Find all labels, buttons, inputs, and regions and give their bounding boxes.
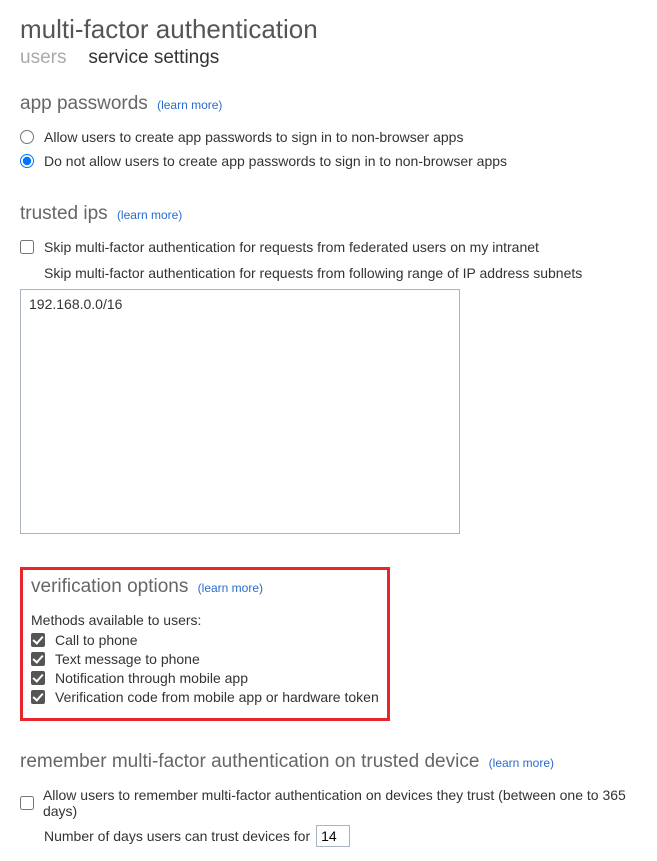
trusted-ips-learn-more-link[interactable]: (learn more) bbox=[117, 208, 182, 222]
remember-section: remember multi-factor authentication on … bbox=[20, 751, 637, 847]
remember-days-label: Number of days users can trust devices f… bbox=[44, 828, 310, 844]
checkbox-control bbox=[31, 690, 55, 704]
remember-allow-checkbox[interactable] bbox=[20, 796, 34, 810]
method-text-message-label: Text message to phone bbox=[55, 651, 200, 667]
method-call-to-phone-row: Call to phone bbox=[31, 632, 379, 648]
tab-service-settings[interactable]: service settings bbox=[88, 47, 219, 69]
app-passwords-deny-radio[interactable] bbox=[20, 154, 34, 168]
method-notification-app-checkbox[interactable] bbox=[31, 671, 45, 685]
tab-users[interactable]: users bbox=[20, 47, 66, 69]
trusted-ips-skip-federated-row: Skip multi-factor authentication for req… bbox=[20, 239, 637, 255]
method-verification-code-label: Verification code from mobile app or har… bbox=[55, 689, 379, 705]
method-call-to-phone-checkbox[interactable] bbox=[31, 633, 45, 647]
section-trusted-ips-title: trusted ips (learn more) bbox=[20, 203, 637, 225]
remember-days-row: Number of days users can trust devices f… bbox=[44, 825, 637, 847]
remember-learn-more-link[interactable]: (learn more) bbox=[489, 756, 554, 770]
trusted-ips-subnet-label: Skip multi-factor authentication for req… bbox=[44, 265, 637, 281]
radio-control bbox=[20, 130, 44, 144]
trusted-ips-title-text: trusted ips bbox=[20, 203, 108, 224]
app-passwords-learn-more-link[interactable]: (learn more) bbox=[157, 98, 222, 112]
app-passwords-option-allow: Allow users to create app passwords to s… bbox=[20, 129, 637, 145]
tabs: users service settings bbox=[20, 47, 637, 69]
checkbox-control bbox=[31, 633, 55, 647]
page-title: multi-factor authentication bbox=[20, 14, 637, 45]
checkbox-control bbox=[31, 652, 55, 666]
app-passwords-allow-label: Allow users to create app passwords to s… bbox=[44, 129, 463, 145]
method-text-message-checkbox[interactable] bbox=[31, 652, 45, 666]
app-passwords-title-text: app passwords bbox=[20, 93, 148, 114]
section-verification-options-title: verification options (learn more) bbox=[31, 576, 379, 598]
method-call-to-phone-label: Call to phone bbox=[55, 632, 138, 648]
section-app-passwords-title: app passwords (learn more) bbox=[20, 93, 637, 115]
method-notification-app-row: Notification through mobile app bbox=[31, 670, 379, 686]
method-verification-code-row: Verification code from mobile app or har… bbox=[31, 689, 379, 705]
method-verification-code-checkbox[interactable] bbox=[31, 690, 45, 704]
verification-options-learn-more-link[interactable]: (learn more) bbox=[198, 581, 263, 595]
verification-methods-sublabel: Methods available to users: bbox=[31, 612, 379, 628]
remember-title-text: remember multi-factor authentication on … bbox=[20, 751, 479, 772]
method-notification-app-label: Notification through mobile app bbox=[55, 670, 248, 686]
method-text-message-row: Text message to phone bbox=[31, 651, 379, 667]
remember-allow-label: Allow users to remember multi-factor aut… bbox=[43, 787, 637, 819]
verification-options-highlight: verification options (learn more) Method… bbox=[20, 567, 390, 721]
remember-days-input[interactable] bbox=[316, 825, 350, 847]
trusted-ips-subnet-textarea[interactable] bbox=[20, 289, 460, 534]
checkbox-control bbox=[20, 240, 44, 254]
verification-options-title-text: verification options bbox=[31, 576, 188, 597]
section-remember-title: remember multi-factor authentication on … bbox=[20, 751, 637, 773]
trusted-ips-skip-federated-label: Skip multi-factor authentication for req… bbox=[44, 239, 539, 255]
trusted-ips-skip-federated-checkbox[interactable] bbox=[20, 240, 34, 254]
checkbox-control bbox=[20, 796, 43, 810]
app-passwords-option-deny: Do not allow users to create app passwor… bbox=[20, 153, 637, 169]
app-passwords-allow-radio[interactable] bbox=[20, 130, 34, 144]
checkbox-control bbox=[31, 671, 55, 685]
app-passwords-deny-label: Do not allow users to create app passwor… bbox=[44, 153, 507, 169]
remember-allow-row: Allow users to remember multi-factor aut… bbox=[20, 787, 637, 819]
radio-control bbox=[20, 154, 44, 168]
